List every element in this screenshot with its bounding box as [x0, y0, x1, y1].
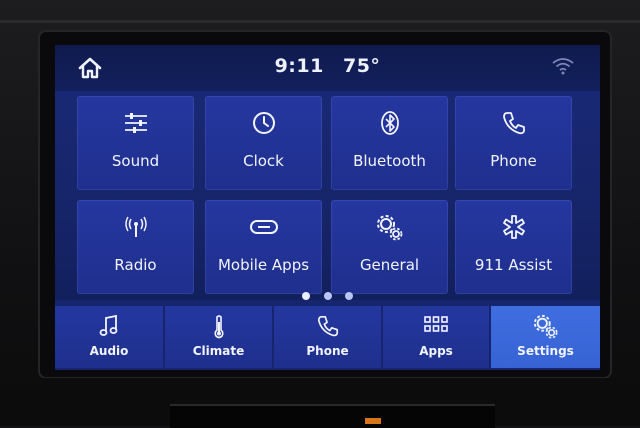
radio-antenna-icon	[124, 216, 147, 237]
tile-label: Sound	[111, 152, 160, 170]
thermometer-icon	[213, 315, 224, 339]
nav-label: Settings	[517, 344, 574, 358]
nav-apps[interactable]: Apps	[383, 306, 489, 368]
page-dot[interactable]	[302, 292, 311, 300]
tile-clock[interactable]: Clock	[205, 96, 322, 190]
tile-radio[interactable]: Radio	[77, 200, 194, 294]
wifi-status	[552, 57, 574, 75]
star-of-life-icon	[502, 215, 525, 239]
grid-icon	[424, 316, 448, 332]
phone-icon	[317, 315, 338, 337]
bezel-trim	[0, 20, 640, 23]
status-bar: 9:11 75°	[55, 45, 600, 91]
nav-audio[interactable]: Audio	[55, 306, 163, 368]
tile-label: Bluetooth	[353, 152, 426, 170]
mobile-apps-icon	[249, 220, 278, 234]
nav-label: Apps	[419, 344, 453, 358]
bluetooth-icon	[380, 111, 399, 135]
phone-icon	[502, 112, 525, 135]
sliders-icon	[124, 113, 147, 133]
tile-sound[interactable]: Sound	[77, 96, 194, 190]
nav-phone[interactable]: Phone	[274, 306, 381, 368]
page-dot[interactable]	[344, 292, 353, 300]
music-note-icon	[99, 314, 118, 336]
clock-icon	[252, 112, 275, 134]
tile-911-assist[interactable]: 911 Assist	[455, 200, 572, 294]
nav-label: Phone	[306, 344, 349, 358]
infotainment-screen: 9:11 75° Sound Clock Bluetooth Phone Rad…	[55, 45, 600, 370]
tile-label: Radio	[114, 256, 157, 274]
nav-settings[interactable]: Settings	[491, 306, 600, 368]
tile-general[interactable]: General	[331, 200, 448, 294]
status-readout: 9:11 75°	[55, 55, 600, 77]
outside-temperature: 75°	[342, 55, 381, 77]
tile-bluetooth[interactable]: Bluetooth	[331, 96, 448, 190]
tile-label: General	[359, 256, 420, 274]
nav-label: Audio	[89, 344, 129, 358]
tile-label: 911 Assist	[474, 256, 553, 274]
gears-icon	[376, 215, 402, 241]
tile-mobile-apps[interactable]: Mobile Apps	[205, 200, 322, 294]
clock-time: 9:11	[274, 55, 324, 77]
lower-display-panel	[170, 404, 495, 428]
gears-icon	[533, 314, 558, 339]
bottom-nav-bar: Audio Climate Phone Apps Settings	[55, 300, 600, 370]
tile-label: Phone	[490, 152, 537, 170]
hazard-indicator-light	[365, 418, 381, 424]
nav-climate[interactable]: Climate	[165, 306, 272, 368]
tile-label: Mobile Apps	[217, 256, 310, 274]
nav-label: Climate	[192, 344, 245, 358]
tile-label: Clock	[243, 152, 284, 170]
tile-phone[interactable]: Phone	[455, 96, 572, 190]
wifi-icon	[552, 58, 574, 75]
page-dot[interactable]	[323, 292, 332, 300]
